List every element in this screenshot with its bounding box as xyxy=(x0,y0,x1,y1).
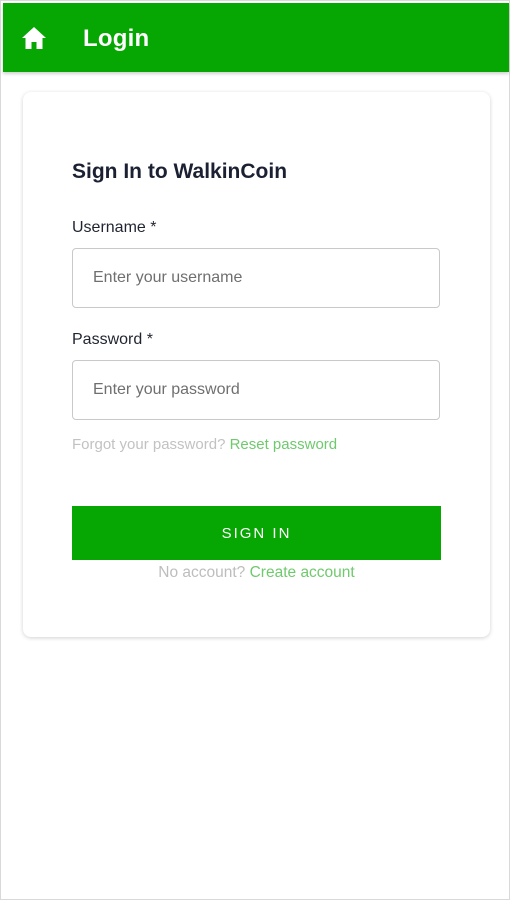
app-bar: Login xyxy=(3,3,509,72)
no-account-row: No account? Create account xyxy=(72,564,441,582)
username-input[interactable] xyxy=(72,248,440,308)
sign-in-button[interactable]: SIGN IN xyxy=(72,506,441,560)
forgot-password-row: Forgot your password? Reset password xyxy=(72,436,337,453)
no-account-text: No account? xyxy=(158,564,246,581)
reset-password-link[interactable]: Reset password xyxy=(230,436,338,453)
password-label: Password * xyxy=(72,331,153,348)
app-window: Login Sign In to WalkinCoin Username * P… xyxy=(0,0,510,900)
username-label: Username * xyxy=(72,219,157,236)
login-heading: Sign In to WalkinCoin xyxy=(72,160,288,183)
create-account-link[interactable]: Create account xyxy=(250,564,355,581)
login-card: Sign In to WalkinCoin Username * Passwor… xyxy=(23,92,490,637)
password-input[interactable] xyxy=(72,360,440,420)
home-icon xyxy=(22,27,46,49)
home-button[interactable] xyxy=(17,23,51,53)
app-bar-title: Login xyxy=(83,25,150,52)
forgot-password-text: Forgot your password? xyxy=(72,436,226,453)
